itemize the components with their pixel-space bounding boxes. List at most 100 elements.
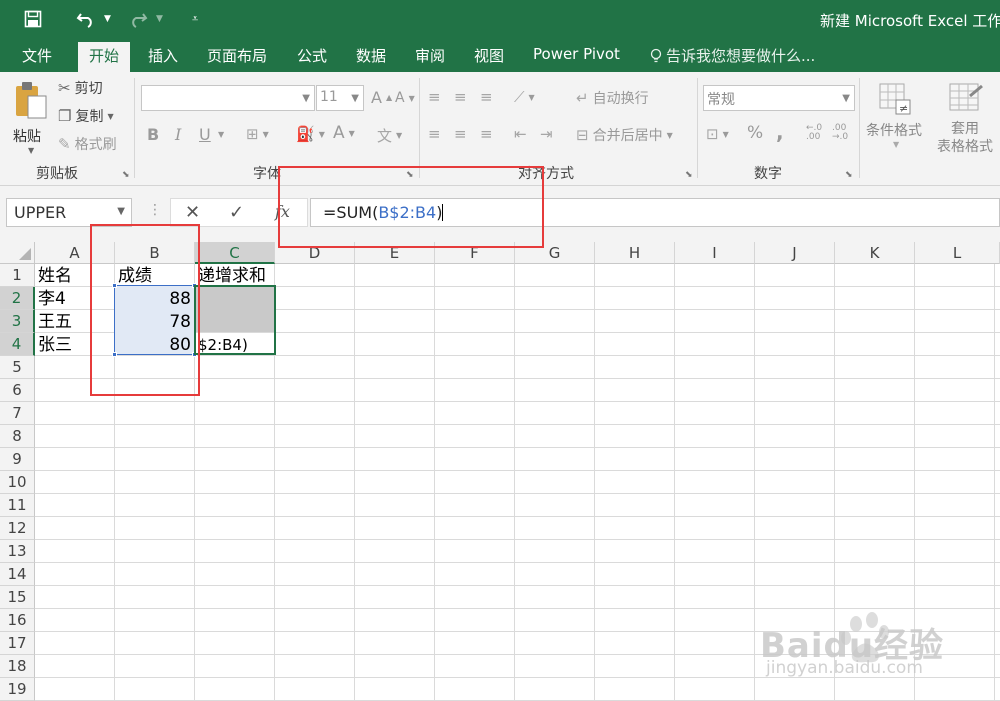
- cancel-icon[interactable]: ✕: [185, 202, 200, 223]
- row-header-14[interactable]: 14: [0, 563, 35, 586]
- italic-button[interactable]: I: [175, 125, 181, 144]
- comma-button[interactable]: ,: [776, 120, 784, 144]
- tab-insert[interactable]: 插入: [148, 45, 178, 66]
- cut-button[interactable]: ✂ 剪切: [58, 78, 103, 98]
- align-middle-button[interactable]: ≡: [454, 88, 467, 106]
- tab-data[interactable]: 数据: [356, 45, 386, 66]
- gridline-vertical: [434, 264, 435, 701]
- decrease-indent-icon: ⇤: [514, 125, 527, 143]
- number-format-dropdown-icon[interactable]: ▼: [842, 93, 850, 104]
- orientation-icon: ⟋: [514, 88, 525, 106]
- format-painter-button[interactable]: ✎ 格式刷: [58, 134, 117, 154]
- alignment-launcher-icon[interactable]: ⬊: [685, 170, 693, 180]
- tab-view[interactable]: 视图: [474, 45, 504, 66]
- tab-page-layout[interactable]: 页面布局: [207, 45, 267, 66]
- row-header-9[interactable]: 9: [0, 448, 35, 471]
- underline-dropdown-icon[interactable]: ▼: [218, 130, 224, 139]
- row-header-18[interactable]: 18: [0, 655, 35, 678]
- border-icon: ⊞: [246, 125, 259, 143]
- annotation-box-formula: [278, 166, 544, 248]
- row-header-8[interactable]: 8: [0, 425, 35, 448]
- row-header-15[interactable]: 15: [0, 586, 35, 609]
- conditional-formatting-dropdown-icon[interactable]: ▼: [893, 140, 899, 149]
- font-color-button[interactable]: A ▼: [333, 123, 355, 143]
- wrap-text-button[interactable]: ↵ 自动换行: [576, 88, 649, 108]
- paste-button[interactable]: 粘贴 ▼: [10, 78, 50, 155]
- row-header-1[interactable]: 1: [0, 264, 35, 287]
- font-name-select[interactable]: ▼: [141, 85, 315, 111]
- decrease-decimal-button[interactable]: .00 →.0: [832, 124, 848, 142]
- save-icon[interactable]: [24, 8, 42, 30]
- tab-review[interactable]: 审阅: [415, 45, 445, 66]
- align-left-button[interactable]: ≡: [428, 125, 441, 143]
- paste-dropdown-icon[interactable]: ▼: [28, 146, 34, 155]
- number-format-value: 常规: [707, 92, 735, 108]
- row-header-4[interactable]: 4: [0, 333, 35, 356]
- column-header-i[interactable]: I: [675, 242, 755, 264]
- tab-file[interactable]: 文件: [22, 45, 52, 66]
- percent-button[interactable]: %: [747, 123, 763, 143]
- decrease-indent-button[interactable]: ⇤: [514, 125, 527, 143]
- increase-decimal-button[interactable]: ←.0 .00: [806, 124, 822, 142]
- cell-c4-editing[interactable]: $2:B4): [198, 334, 274, 357]
- clipboard-launcher-icon[interactable]: ⬊: [122, 170, 130, 180]
- redo-dropdown-icon[interactable]: ▼: [156, 8, 163, 30]
- accounting-format-button[interactable]: ⊡ ▼: [706, 125, 729, 143]
- row-header-7[interactable]: 7: [0, 402, 35, 425]
- copy-button[interactable]: ❐ 复制 ▼: [58, 106, 114, 126]
- customize-quick-access-icon[interactable]: ⩡: [192, 8, 198, 30]
- phonetic-button[interactable]: 文 ▼: [377, 125, 402, 146]
- row-header-13[interactable]: 13: [0, 540, 35, 563]
- column-header-l[interactable]: L: [915, 242, 1000, 264]
- align-center-icon: ≡: [454, 125, 467, 143]
- enter-check-icon[interactable]: ✓: [229, 202, 244, 223]
- column-header-k[interactable]: K: [835, 242, 915, 264]
- number-format-select[interactable]: 常规 ▼: [703, 85, 855, 111]
- formula-bar-grip-icon[interactable]: ⋮: [148, 202, 162, 218]
- align-right-button[interactable]: ≡: [480, 125, 493, 143]
- align-center-button[interactable]: ≡: [454, 125, 467, 143]
- tab-formulas[interactable]: 公式: [297, 45, 327, 66]
- select-all-corner[interactable]: [0, 242, 35, 264]
- row-header-11[interactable]: 11: [0, 494, 35, 517]
- bold-button[interactable]: B: [147, 125, 159, 144]
- font-name-dropdown-icon[interactable]: ▼: [302, 93, 310, 104]
- row-header-6[interactable]: 6: [0, 379, 35, 402]
- tell-me-search[interactable]: 告诉我您想要做什么...: [650, 45, 815, 66]
- grow-font-button[interactable]: A ▲: [371, 88, 392, 107]
- row-header-2[interactable]: 2: [0, 287, 35, 310]
- copy-dropdown-icon[interactable]: ▼: [107, 112, 113, 121]
- row-header-17[interactable]: 17: [0, 632, 35, 655]
- format-as-table-button[interactable]: 套用 表格格式: [930, 78, 1000, 162]
- column-header-c[interactable]: C: [195, 242, 275, 264]
- row-header-3[interactable]: 3: [0, 310, 35, 333]
- number-launcher-icon[interactable]: ⬊: [845, 170, 853, 180]
- row-header-16[interactable]: 16: [0, 609, 35, 632]
- fill-color-button[interactable]: ⛽ ▼: [296, 125, 325, 143]
- column-header-h[interactable]: H: [595, 242, 675, 264]
- font-size-dropdown-icon[interactable]: ▼: [351, 93, 359, 104]
- undo-dropdown-icon[interactable]: ▼: [104, 8, 111, 30]
- borders-button[interactable]: ⊞ ▼: [246, 125, 269, 143]
- tab-home[interactable]: 开始: [78, 42, 131, 72]
- name-box-dropdown-icon[interactable]: ▼: [117, 206, 125, 217]
- name-box[interactable]: UPPER ▼: [6, 198, 132, 227]
- column-header-j[interactable]: J: [755, 242, 835, 264]
- row-header-5[interactable]: 5: [0, 356, 35, 379]
- align-top-button[interactable]: ≡: [428, 88, 441, 106]
- tab-power-pivot[interactable]: Power Pivot: [533, 45, 620, 63]
- underline-button[interactable]: U: [199, 125, 211, 144]
- row-header-10[interactable]: 10: [0, 471, 35, 494]
- row-header-19[interactable]: 19: [0, 678, 35, 701]
- font-size-select[interactable]: 11 ▼: [316, 85, 364, 111]
- orientation-button[interactable]: ⟋ ▼: [514, 88, 535, 106]
- undo-icon[interactable]: [76, 8, 96, 30]
- align-bottom-button[interactable]: ≡: [480, 88, 493, 106]
- row-header-12[interactable]: 12: [0, 517, 35, 540]
- redo-icon[interactable]: [128, 8, 148, 30]
- merge-center-button[interactable]: ⊟ 合并后居中 ▼: [576, 125, 673, 145]
- shrink-font-button[interactable]: A ▼: [395, 90, 415, 106]
- increase-indent-button[interactable]: ⇥: [540, 125, 553, 143]
- conditional-formatting-button[interactable]: ≠ 条件格式 ▼: [863, 78, 931, 162]
- cell-c1[interactable]: 递增求和: [198, 265, 288, 288]
